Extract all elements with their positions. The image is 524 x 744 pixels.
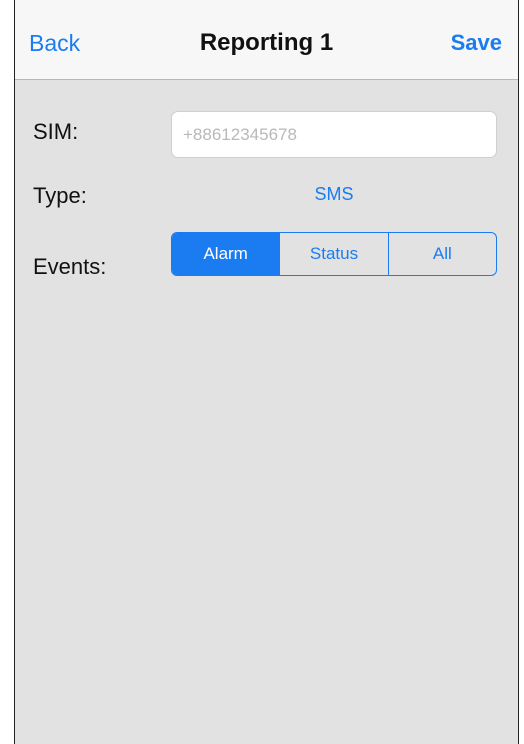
events-label: Events: bbox=[33, 254, 107, 279]
navigation-bar: Back Reporting 1 Save bbox=[15, 0, 518, 80]
segment-status[interactable]: Status bbox=[279, 233, 387, 275]
segment-alarm[interactable]: Alarm bbox=[172, 233, 280, 275]
type-selector[interactable]: SMS bbox=[171, 184, 497, 205]
sim-input[interactable] bbox=[171, 111, 497, 158]
segment-all[interactable]: All bbox=[387, 233, 496, 275]
screen: Back Reporting 1 Save SIM: Type: SMS Eve… bbox=[14, 0, 519, 744]
type-label: Type: bbox=[33, 183, 87, 208]
events-segmented-control: Alarm Status All bbox=[171, 232, 497, 276]
sim-label: SIM: bbox=[33, 119, 79, 144]
save-button[interactable]: Save bbox=[451, 30, 502, 56]
page-title: Reporting 1 bbox=[199, 29, 334, 56]
